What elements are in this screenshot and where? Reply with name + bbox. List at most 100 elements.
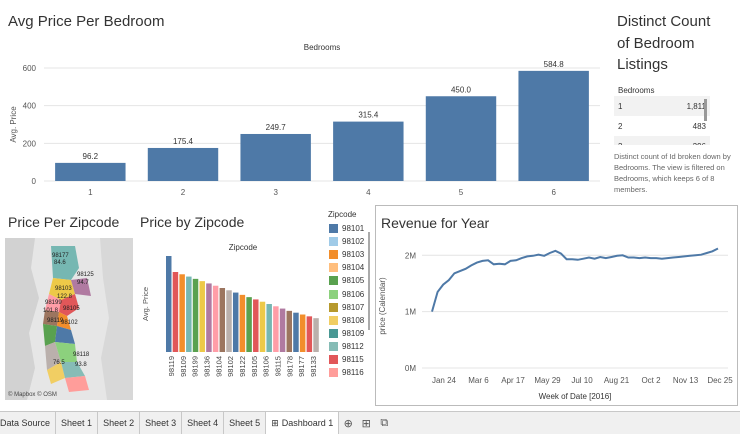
tab-dashboard-1[interactable]: ⊞ Dashboard 1 [266,412,340,434]
row-key: 3 [618,142,693,146]
map-label: 101.8 [43,308,59,314]
bar [179,274,185,352]
tab-label: Dashboard 1 [281,418,334,428]
bar [279,308,286,352]
x-tick-label: 98115 [274,356,283,376]
zip-legend-item[interactable]: 98115 [329,353,373,366]
zip-legend-item[interactable]: 98105 [329,274,373,287]
zip-legend-title: Zipcode [328,210,357,219]
zip-legend-item[interactable]: 98109 [329,327,373,340]
bar [259,301,266,352]
table-row[interactable]: 2 483 [614,116,710,136]
tab-sheet-2[interactable]: Sheet 2 [98,412,141,434]
x-tick-label: Mar 6 [468,376,489,385]
price-by-zipcode-chart[interactable]: ZipcodeAvg. Price98119 98109 98199 98136 981… [136,232,322,404]
distinct-count-table[interactable]: 1 1,811 2 483 3 296 [614,96,710,145]
bar [232,292,239,352]
zip-legend-item[interactable]: 98107 [329,301,373,314]
x-tick-label: 98177 [297,356,306,377]
distinct-count-title-line1: Distinct Count [617,13,711,30]
row-value: 483 [692,121,706,131]
bar [253,299,259,352]
bar [313,318,319,352]
x-tick-label: 3 [273,188,278,197]
revenue-for-year-panel[interactable]: Revenue for Year 0M 1M 2M price (Calendar) J… [375,205,738,406]
bar [55,162,126,181]
x-tick-label: 98102 [226,356,235,377]
legend-swatch [329,328,338,338]
bar [206,283,212,352]
new-dashboard-icon[interactable]: ⊞ [357,412,375,434]
new-worksheet-icon[interactable]: ⊕ [339,412,357,434]
legend-label: 98103 [342,250,365,260]
zipcode-header: Zipcode [229,243,258,252]
revenue-line [431,247,719,312]
price-per-zipcode-title: Price Per Zipcode [8,214,120,230]
y-tick-label: 2M [405,251,416,260]
zip-legend[interactable]: 98101 98102 98103 98104 98105 98106 98107 98108… [329,222,373,404]
legend-label: 98105 [342,276,365,286]
x-tick-label: Jan 24 [432,376,457,385]
zip-legend-item[interactable]: 98102 [329,235,373,248]
sheet-tab-bar: Data Source Sheet 1 Sheet 2 Sheet 3 Shee… [0,411,740,434]
x-tick-label: Apr 17 [501,376,525,385]
x-tick-label: 1 [88,188,93,197]
zip-legend-item[interactable]: 98116 [329,366,373,379]
distinct-count-title-line2: of Bedroom [617,35,695,52]
table-row[interactable]: 1 1,811 [614,96,710,116]
revenue-line-chart[interactable]: 0M 1M 2M price (Calendar) Jan 24 Mar 6 Apr 17 M… [376,236,737,404]
x-tick-label: 98119 [167,356,176,376]
x-tick-label: Jul 10 [571,376,593,385]
distinct-count-scrollbar[interactable] [704,99,707,121]
map-label: 98102 [61,320,78,326]
tab-sheet-5[interactable]: Sheet 5 [224,412,267,434]
zip-legend-item[interactable]: 98112 [329,340,373,353]
tab-sheet-4[interactable]: Sheet 4 [182,412,225,434]
map-label: 98118 [73,352,90,358]
x-tick-label: 98106 [262,356,271,377]
table-row[interactable]: 3 296 [614,136,710,145]
bar [212,285,219,352]
avg-price-per-bedroom-chart[interactable]: Bedrooms 0 200 400 600 Avg. Price 96.2 1 175.4 2 2… [0,38,605,203]
bar [286,310,293,352]
x-tick-label: 98109 [179,356,188,377]
legend-swatch [329,302,338,312]
bar-value-label: 249.7 [266,123,287,132]
price-by-zipcode-title: Price by Zipcode [140,214,245,230]
price-per-zipcode-map[interactable]: 98177 84.6 98103 122.8 98199 101.8 98105… [5,238,133,400]
x-tick-label: 98136 [202,356,211,377]
tab-sheet-3[interactable]: Sheet 3 [140,412,183,434]
zip-legend-item[interactable]: 98103 [329,248,373,261]
region-98178 [65,376,89,392]
bar [306,316,313,352]
legend-swatch [329,224,338,234]
map-label: 84.6 [54,260,66,266]
legend-swatch [329,341,338,351]
map-attribution: © Mapbox © OSM [8,391,57,398]
new-story-icon[interactable]: ⧉ [375,412,393,434]
bar [199,281,205,352]
legend-label: 98108 [342,315,365,325]
zip-legend-item[interactable]: 98106 [329,287,373,300]
zip-legend-item[interactable]: 98108 [329,314,373,327]
bar [266,304,272,352]
y-tick-label: 0M [405,364,416,373]
tab-data-source[interactable]: Data Source [0,412,57,434]
map-label: 76.5 [53,360,65,366]
bar [172,272,179,352]
y-tick-label: 200 [23,139,37,148]
zip-legend-item[interactable]: 98104 [329,261,373,274]
legend-label: 98107 [342,302,365,312]
zip-legend-item[interactable]: 98101 [329,222,373,235]
tab-sheet-1[interactable]: Sheet 1 [56,412,99,434]
x-tick-label: Oct 2 [641,376,661,385]
avg-price-per-bedroom-title: Avg Price Per Bedroom [8,13,165,30]
bar [333,121,404,181]
map-label: 98177 [52,253,69,259]
zip-legend-scrollbar[interactable] [368,232,370,330]
revenue-for-year-title: Revenue for Year [381,215,490,231]
row-key: 1 [618,101,623,111]
bar [192,278,199,352]
x-tick-label: Aug 21 [604,376,630,385]
legend-swatch [329,237,338,247]
